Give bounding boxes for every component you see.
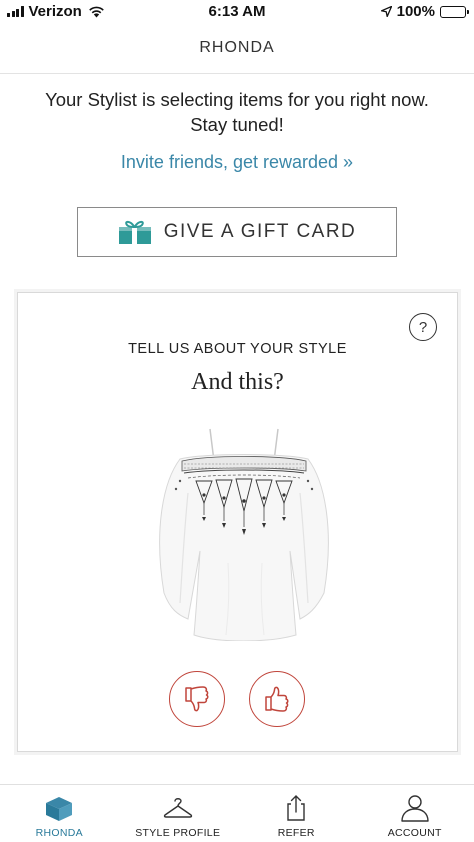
tab-bar: RHONDA STYLE PROFILE REFER ACCOUNT (0, 784, 474, 842)
battery-icon (440, 5, 469, 18)
page-title: RHONDA (199, 39, 275, 56)
style-card: ? TELL US ABOUT YOUR STYLE And this? (17, 292, 458, 752)
header: RHONDA (0, 24, 474, 74)
thumbs-up-button[interactable] (249, 671, 305, 727)
tab-style-profile[interactable]: STYLE PROFILE (119, 785, 238, 842)
gift-icon (118, 220, 151, 244)
gift-card-label: GIVE A GIFT CARD (163, 221, 357, 242)
tab-label: ACCOUNT (387, 827, 442, 839)
tab-account[interactable]: ACCOUNT (356, 785, 474, 842)
share-icon (287, 795, 305, 821)
tab-rhonda[interactable]: RHONDA (0, 785, 119, 842)
thumbs-down-button[interactable] (169, 671, 225, 727)
card-eyebrow: TELL US ABOUT YOUR STYLE (128, 341, 347, 357)
tab-label: RHONDA (35, 827, 83, 839)
location-arrow-icon (380, 6, 392, 17)
battery-percent: 100% (396, 3, 435, 20)
tab-label: REFER (277, 827, 315, 839)
status-right: 100% (380, 3, 469, 20)
invite-friends-link[interactable]: Invite friends, get rewarded » (0, 152, 474, 173)
help-button[interactable]: ? (409, 313, 437, 341)
thumbs-down-icon (185, 686, 209, 712)
hanger-icon (163, 798, 192, 818)
product-image (159, 428, 329, 641)
stylist-message: Your Stylist is selecting items for you … (45, 89, 429, 135)
tab-label: STYLE PROFILE (135, 827, 221, 839)
box-icon (46, 797, 73, 821)
thumbs-up-icon (265, 686, 289, 712)
status-bar: Verizon 6:13 AM 100% (0, 0, 474, 24)
person-icon (401, 795, 429, 822)
tab-refer[interactable]: REFER (237, 785, 356, 842)
card-question: And this? (191, 369, 284, 395)
give-gift-card-button[interactable]: GIVE A GIFT CARD (77, 207, 397, 257)
